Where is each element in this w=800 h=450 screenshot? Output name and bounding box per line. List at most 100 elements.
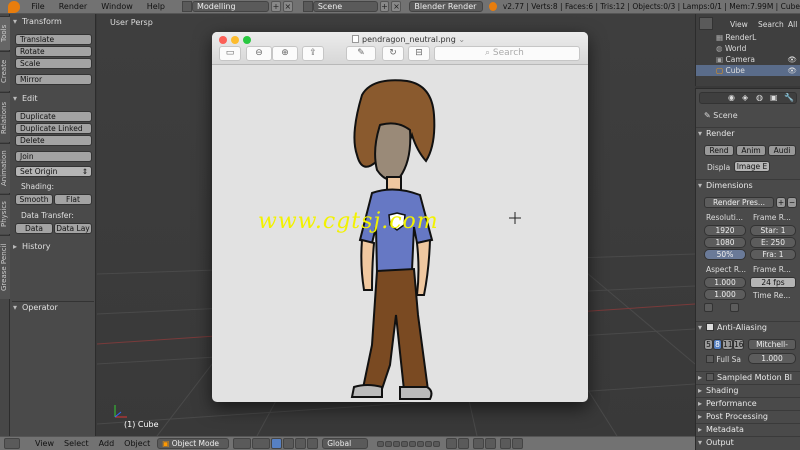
render-panel-header[interactable]: Render — [696, 127, 800, 140]
menu-window[interactable]: Window — [94, 2, 140, 11]
operator-panel-header[interactable]: Operator — [12, 301, 94, 313]
shading-panel-header[interactable]: Shading — [696, 384, 800, 397]
layer-button[interactable] — [393, 440, 401, 447]
output-panel-header[interactable]: Output — [696, 436, 800, 449]
title-chevron-icon[interactable]: ⌄ — [458, 35, 465, 44]
crop-checkbox[interactable] — [730, 303, 739, 312]
visibility-eye-icon[interactable]: 👁 — [787, 65, 797, 76]
aspect-x-field[interactable]: 1.000 — [704, 277, 746, 288]
delete-button[interactable]: Delete — [15, 135, 92, 146]
sidebar-toggle-button[interactable]: ▭ — [219, 46, 241, 61]
layer-button[interactable] — [433, 440, 441, 447]
scale-button[interactable]: Scale — [15, 58, 92, 69]
manipulator-toggle-icon[interactable] — [271, 438, 283, 449]
display-dropdown[interactable]: Image E — [734, 161, 770, 172]
object-tab-icon[interactable]: ▣ — [770, 93, 778, 102]
frame-rate-dropdown[interactable]: 24 fps — [750, 277, 796, 288]
search-input[interactable]: ⌕ Search — [434, 46, 580, 61]
remove-layout-button[interactable]: × — [282, 1, 293, 12]
outliner-row-renderlayers[interactable]: ▦ RenderL — [696, 32, 800, 43]
add-preset-button[interactable]: + — [776, 197, 786, 208]
frame-step-field[interactable]: Fra: 1 — [750, 249, 796, 260]
pin-icon[interactable]: ✎ — [704, 111, 713, 120]
anti-aliasing-panel-header[interactable]: Anti-Aliasing — [696, 321, 800, 334]
aa-samples-16[interactable]: 16 — [733, 339, 744, 350]
tab-relations[interactable]: Relations — [0, 92, 10, 142]
transform-orientation-selector[interactable]: Global — [322, 438, 369, 449]
proportional-editing-icon[interactable] — [458, 438, 470, 449]
remove-scene-button[interactable]: × — [391, 1, 402, 12]
snap-icon[interactable] — [473, 438, 485, 449]
tab-create[interactable]: Create — [0, 51, 10, 91]
smooth-button[interactable]: Smooth — [15, 194, 53, 205]
frame-start-field[interactable]: Star: 1 — [750, 225, 796, 236]
layer-button[interactable] — [425, 440, 433, 447]
menu-render[interactable]: Render — [52, 2, 94, 11]
aspect-y-field[interactable]: 1.000 — [704, 289, 746, 300]
outliner-row-camera[interactable]: ▣ Camera 👁 — [696, 54, 800, 65]
scale-manipulator-icon[interactable] — [307, 438, 319, 449]
filter-size-field[interactable]: 1.000 — [748, 353, 796, 364]
markup-button[interactable]: ✎ — [346, 46, 376, 61]
layer-button[interactable] — [417, 440, 425, 447]
add-scene-button[interactable]: + — [379, 1, 390, 12]
full-sample-checkbox[interactable]: Full Sa — [706, 355, 741, 364]
render-presets-dropdown[interactable]: Render Pres... — [704, 197, 774, 208]
menu-view[interactable]: View — [30, 439, 59, 448]
editor-type-icon[interactable] — [4, 438, 20, 449]
menu-add[interactable]: Add — [94, 439, 120, 448]
transform-panel-header[interactable]: Transform — [12, 16, 94, 27]
resolution-y-field[interactable]: 1080 — [704, 237, 746, 248]
scene-tab-icon[interactable]: ◈ — [742, 93, 748, 102]
layer-button[interactable] — [377, 440, 385, 447]
rotate-manipulator-icon[interactable] — [295, 438, 307, 449]
menu-file[interactable]: File — [24, 2, 51, 11]
share-button[interactable]: ⇪ — [302, 46, 324, 61]
outliner-row-world[interactable]: ◍ World — [696, 43, 800, 54]
render-preview-icon[interactable] — [500, 438, 512, 449]
tab-animation[interactable]: Animation — [0, 143, 10, 193]
minimize-window-icon[interactable] — [231, 36, 239, 44]
snap-target-icon[interactable] — [485, 438, 497, 449]
rotate-button[interactable]: Rotate — [15, 46, 92, 57]
tab-grease-pencil[interactable]: Grease Pencil — [0, 235, 10, 299]
zoom-window-icon[interactable] — [243, 36, 251, 44]
outliner-view-menu[interactable]: View — [730, 20, 748, 29]
properties-context-tabs[interactable]: ◉ ◈ ◍ ▣ 🔧 — [699, 92, 797, 104]
pivot-point-icon[interactable] — [252, 438, 271, 449]
menu-object[interactable]: Object — [119, 439, 155, 448]
menu-select[interactable]: Select — [59, 439, 94, 448]
toolbox-button[interactable]: ⊟ — [408, 46, 430, 61]
outliner-search-menu[interactable]: Search — [758, 20, 784, 29]
layer-button[interactable] — [409, 440, 417, 447]
outliner-editor-icon[interactable] — [699, 17, 713, 30]
history-panel-header[interactable]: History — [12, 241, 94, 252]
sampled-motion-blur-panel-header[interactable]: Sampled Motion Bl — [696, 371, 800, 384]
flat-button[interactable]: Flat — [54, 194, 92, 205]
zoom-in-button[interactable]: ⊕ — [272, 46, 298, 61]
dimensions-panel-header[interactable]: Dimensions — [696, 179, 800, 192]
blender-logo-icon[interactable] — [8, 0, 21, 13]
metadata-panel-header[interactable]: Metadata — [696, 423, 800, 436]
layer-button[interactable] — [385, 440, 393, 447]
tab-physics[interactable]: Physics — [0, 194, 10, 234]
aa-samples-11[interactable]: 11 — [722, 339, 733, 350]
edit-panel-header[interactable]: Edit — [12, 93, 94, 104]
performance-panel-header[interactable]: Performance — [696, 397, 800, 410]
layout-icon[interactable] — [182, 1, 192, 12]
remove-preset-button[interactable]: − — [787, 197, 797, 208]
close-window-icon[interactable] — [219, 36, 227, 44]
render-engine-selector[interactable]: Blender Render — [409, 1, 483, 12]
layer-buttons[interactable] — [376, 440, 441, 447]
data-button[interactable]: Data — [15, 223, 53, 234]
zoom-out-button[interactable]: ⊖ — [246, 46, 272, 61]
aa-samples-5[interactable]: 5 — [704, 339, 713, 350]
set-origin-dropdown[interactable]: Set Origin ⇕ — [15, 166, 92, 177]
outliner-row-cube[interactable]: ▢ Cube 👁 — [696, 65, 800, 76]
render-anim-icon[interactable] — [512, 438, 524, 449]
scene-selector[interactable]: Scene — [312, 1, 378, 12]
aa-samples-8[interactable]: 8 — [713, 339, 722, 350]
visibility-eye-icon[interactable]: 👁 — [787, 54, 797, 65]
outliner-filter-all[interactable]: All — [788, 20, 797, 29]
translate-manipulator-icon[interactable] — [283, 438, 295, 449]
